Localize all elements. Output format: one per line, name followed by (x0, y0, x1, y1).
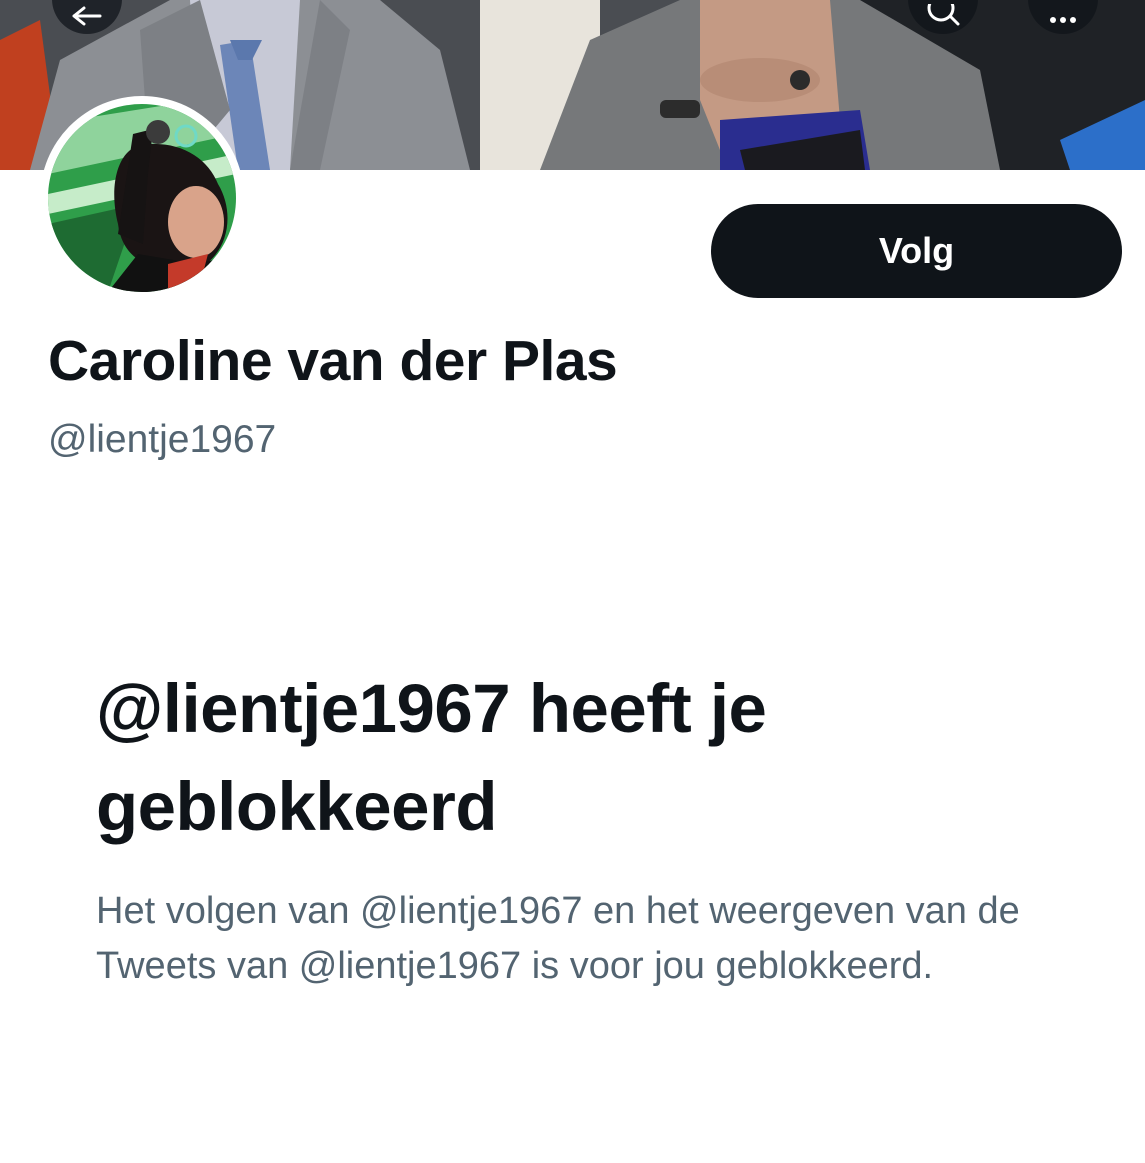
more-icon (1050, 17, 1076, 23)
blocked-description: Het volgen van @lientje1967 en het weerg… (96, 890, 1020, 987)
user-handle: @lientje1967 (48, 418, 277, 461)
avatar-photo (48, 104, 236, 292)
back-arrow-icon (72, 6, 102, 26)
search-icon (927, 4, 960, 26)
display-name: Caroline van der Plas (48, 329, 618, 393)
follow-button[interactable]: Volg (711, 204, 1122, 298)
blocked-title: @lientje1967 heeft je geblokkeerd (96, 670, 767, 845)
avatar[interactable] (40, 96, 244, 300)
